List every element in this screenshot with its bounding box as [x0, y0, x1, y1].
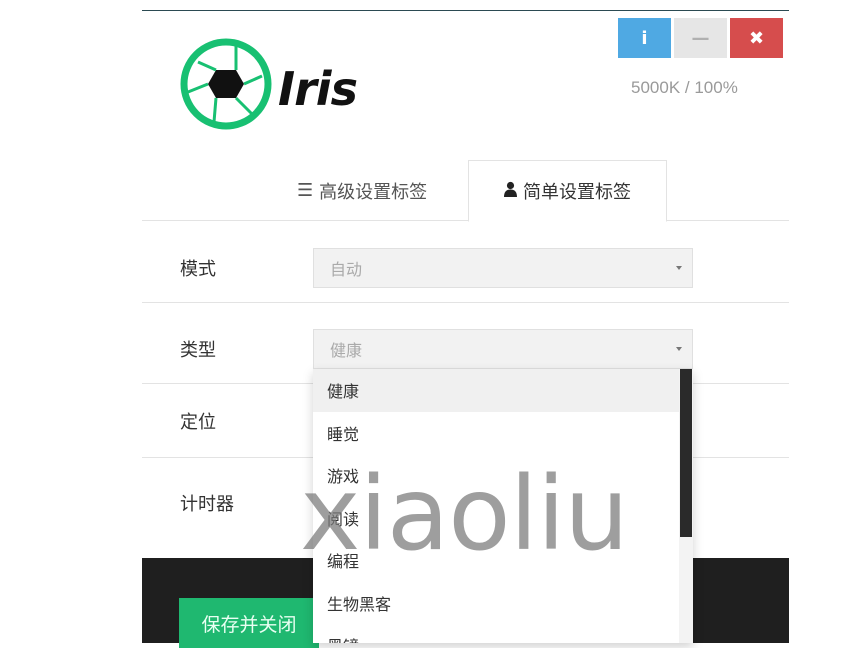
chevron-down-icon	[676, 266, 682, 270]
mode-select[interactable]: 自动	[313, 248, 693, 288]
save-and-close-button[interactable]: 保存并关闭	[179, 598, 319, 648]
aperture-logo-icon	[180, 38, 272, 130]
tab-simple-label: 简单设置标签	[523, 182, 631, 203]
type-select-value: 健康	[330, 341, 363, 360]
watermark-text: xiaoliu	[300, 455, 629, 574]
top-divider	[142, 10, 789, 11]
type-select[interactable]: 健康	[313, 329, 693, 369]
dropdown-option[interactable]: 睡觉	[313, 412, 693, 455]
dropdown-scrollbar[interactable]	[679, 369, 693, 643]
scrollbar-thumb[interactable]	[680, 369, 692, 537]
type-label: 类型	[180, 340, 216, 361]
menu-icon: ☰	[297, 180, 314, 201]
logo-text: Iris	[278, 62, 358, 116]
tab-advanced[interactable]: ☰ 高级设置标签	[297, 160, 427, 221]
tab-advanced-label: 高级设置标签	[319, 181, 428, 203]
status-readout: 5000K / 100%	[631, 78, 738, 97]
dropdown-option[interactable]: 生物黑客	[313, 582, 693, 625]
tab-simple[interactable]: 简单设置标签	[468, 160, 667, 222]
user-icon	[504, 181, 517, 202]
mode-select-value: 自动	[330, 260, 363, 279]
info-button[interactable]: i	[618, 18, 671, 58]
mode-label: 模式	[180, 259, 216, 280]
mode-row: 模式 自动	[142, 221, 789, 303]
iris-logo: Iris	[178, 36, 378, 132]
tab-bar: ☰ 高级设置标签 简单设置标签	[142, 160, 789, 222]
chevron-down-icon	[676, 347, 682, 351]
minimize-button[interactable]: —	[674, 18, 727, 58]
close-button[interactable]: ✖	[730, 18, 783, 58]
location-label: 定位	[180, 412, 216, 433]
dropdown-option[interactable]: 健康	[313, 369, 693, 412]
dropdown-option[interactable]: 黑镜	[313, 624, 693, 643]
timer-label: 计时器	[180, 494, 234, 515]
